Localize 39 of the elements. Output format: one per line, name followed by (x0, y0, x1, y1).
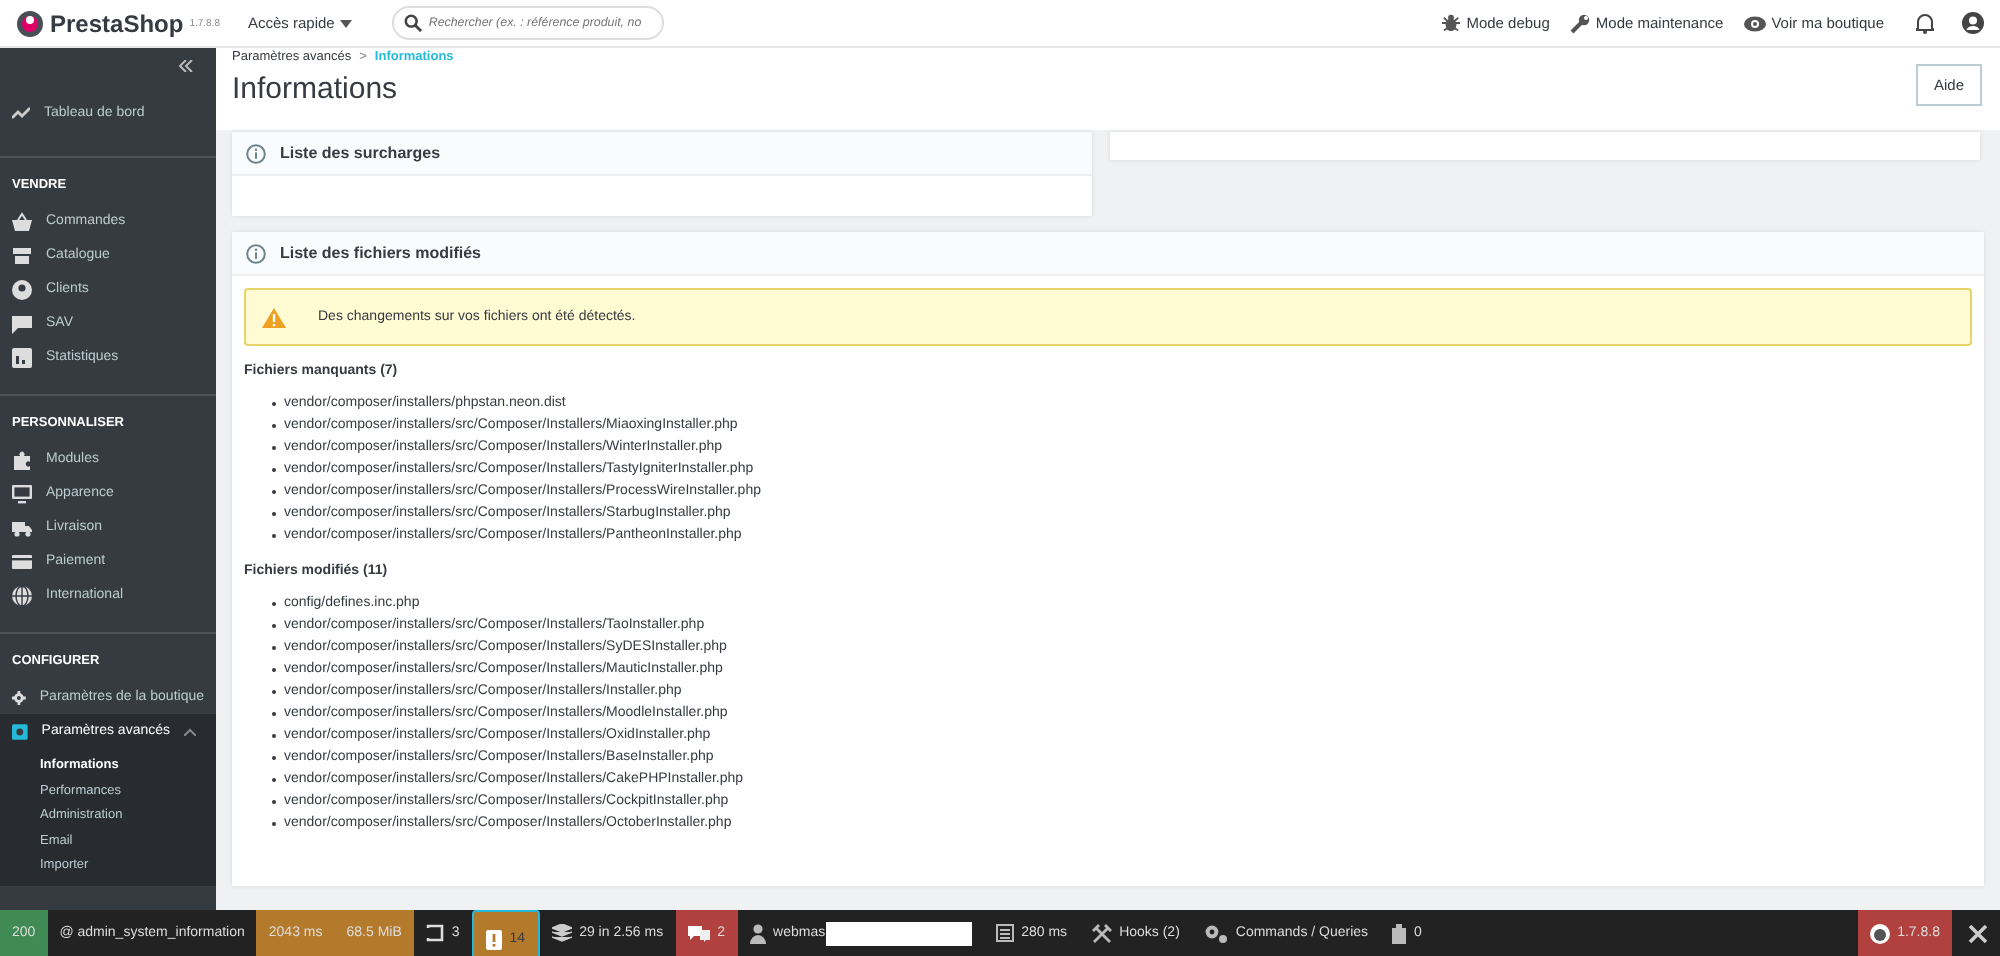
bug-icon (1442, 14, 1461, 32)
info-icon (246, 243, 266, 263)
chart-icon (12, 347, 32, 367)
store-icon (12, 245, 32, 265)
truck-icon (12, 517, 32, 537)
cache-icon (1392, 923, 1407, 943)
globe-icon (12, 585, 32, 605)
page-title: Informations (232, 71, 398, 105)
cogbox-icon (12, 721, 28, 741)
alert-icon (485, 929, 502, 949)
basket-icon (12, 211, 32, 231)
template-icon (995, 924, 1014, 942)
form-icon (425, 924, 444, 942)
bell-icon[interactable] (1916, 12, 1934, 34)
hammers-icon (1091, 923, 1112, 943)
user-icon (749, 923, 766, 943)
gears-icon (1203, 923, 1228, 943)
person-icon (12, 279, 32, 299)
caret-icon (340, 19, 353, 27)
info-icon (246, 143, 266, 163)
card-icon (12, 551, 32, 571)
close-icon[interactable] (1968, 923, 1988, 943)
logo-text[interactable]: PrestaShop (50, 9, 184, 37)
search-icon (404, 14, 423, 32)
logo-icon (16, 9, 44, 37)
warning-icon (262, 307, 286, 327)
wrench-icon (1569, 13, 1590, 33)
eye-icon (1743, 15, 1766, 31)
card-title: Liste des surcharges (280, 144, 441, 162)
trend-icon (12, 105, 30, 119)
puzzle-icon (12, 449, 32, 469)
layers-icon (551, 924, 572, 942)
user-icon[interactable] (1962, 12, 1984, 34)
monitor-icon (12, 483, 32, 503)
card-title: Liste des fichiers modifiés (280, 244, 481, 262)
gear-icon (12, 687, 26, 707)
collapse-icon[interactable] (178, 60, 194, 72)
logo-icon (1869, 923, 1890, 943)
chat-icon (12, 313, 32, 333)
